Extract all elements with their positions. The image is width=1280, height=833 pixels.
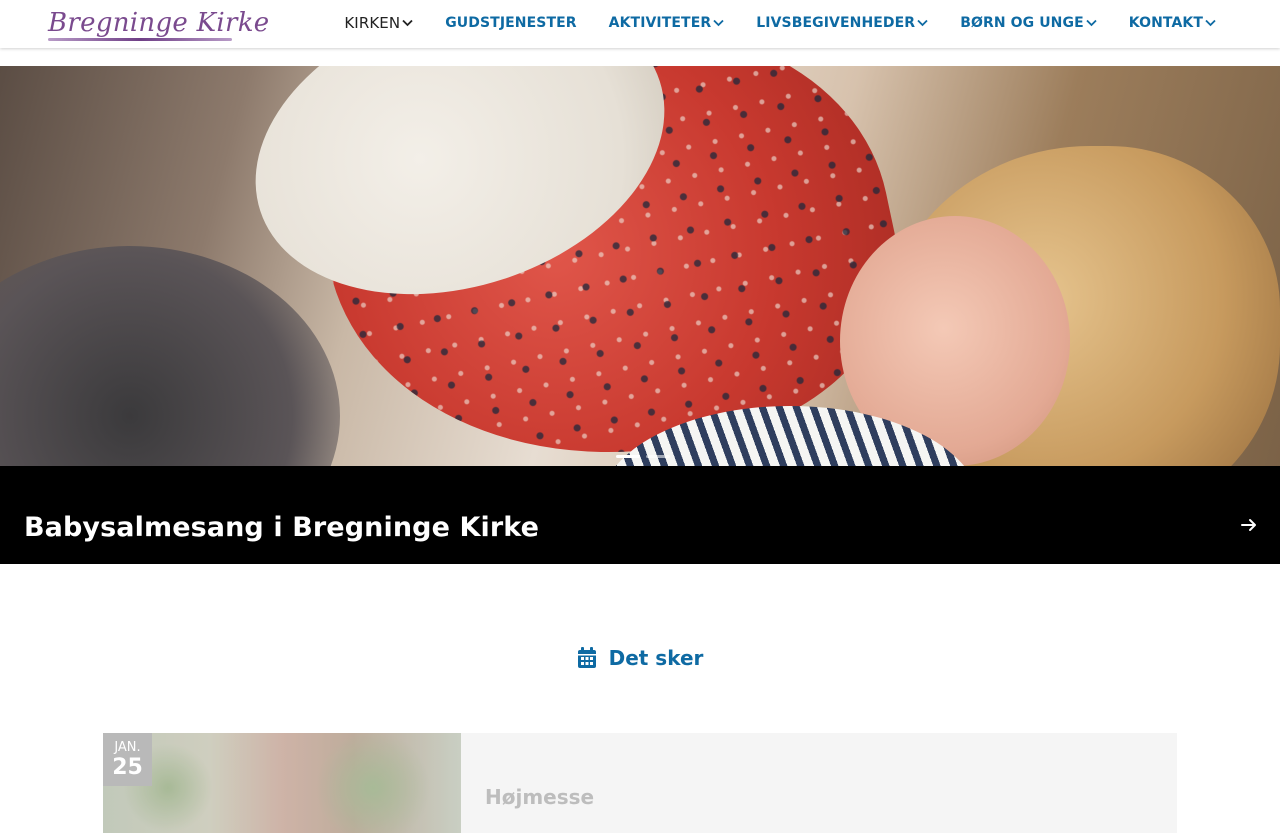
nav-label: LIVSBEGIVENHEDER bbox=[756, 15, 916, 31]
nav-label: AKTIVITETER bbox=[608, 15, 712, 31]
nav-label: BØRN OG UNGE bbox=[960, 15, 1084, 31]
chevron-down-icon bbox=[713, 19, 724, 27]
nav-label: KIRKEN bbox=[344, 14, 401, 32]
logo-text: Bregninge Kirke bbox=[48, 8, 270, 38]
event-title[interactable]: Højmesse bbox=[485, 785, 594, 809]
nav-item-livsbegivenheder[interactable]: LIVSBEGIVENHEDER bbox=[756, 15, 928, 31]
events-section-heading: Det sker bbox=[0, 646, 1280, 670]
chevron-down-icon bbox=[402, 19, 413, 27]
event-month: JAN. bbox=[114, 740, 141, 755]
slider-dot[interactable] bbox=[616, 455, 640, 458]
chevron-down-icon bbox=[1205, 19, 1216, 27]
logo-flourish bbox=[48, 38, 232, 41]
hero-caption-title[interactable]: Babysalmesang i Bregninge Kirke bbox=[24, 512, 539, 543]
calendar-icon bbox=[577, 647, 597, 669]
hero-photo-detail bbox=[0, 246, 340, 466]
nav-item-kontakt[interactable]: KONTAKT bbox=[1129, 15, 1216, 31]
nav-item-gudstjenester[interactable]: GUDSTJENESTER bbox=[445, 15, 576, 31]
nav-label: GUDSTJENESTER bbox=[445, 15, 577, 31]
event-photo-detail bbox=[313, 733, 433, 833]
nav-item-kirken[interactable]: KIRKEN bbox=[344, 14, 413, 32]
hero-caption-bar[interactable]: Babysalmesang i Bregninge Kirke bbox=[0, 466, 1280, 564]
site-logo[interactable]: Bregninge Kirke bbox=[48, 4, 269, 42]
hero-slider-image[interactable] bbox=[0, 66, 1280, 466]
event-day: 25 bbox=[112, 755, 143, 780]
event-card[interactable]: JAN. 25 Højmesse bbox=[103, 733, 1177, 833]
chevron-down-icon bbox=[1086, 19, 1097, 27]
nav-item-born-og-unge[interactable]: BØRN OG UNGE bbox=[960, 15, 1097, 31]
slider-dot[interactable] bbox=[646, 455, 670, 458]
section-title: Det sker bbox=[608, 646, 704, 670]
nav-item-aktiviteter[interactable]: AKTIVITETER bbox=[609, 15, 725, 31]
event-image[interactable] bbox=[103, 733, 461, 833]
chevron-down-icon bbox=[917, 19, 928, 27]
event-date-badge: JAN. 25 bbox=[103, 733, 152, 786]
site-header: Bregninge Kirke KIRKEN GUDSTJENESTER AKT… bbox=[0, 0, 1280, 48]
main-nav: KIRKEN GUDSTJENESTER AKTIVITETER LIVSBEG… bbox=[344, 0, 1216, 46]
arrow-right-icon[interactable] bbox=[1240, 516, 1258, 534]
nav-label: KONTAKT bbox=[1128, 15, 1203, 31]
slider-pagination bbox=[616, 455, 670, 458]
